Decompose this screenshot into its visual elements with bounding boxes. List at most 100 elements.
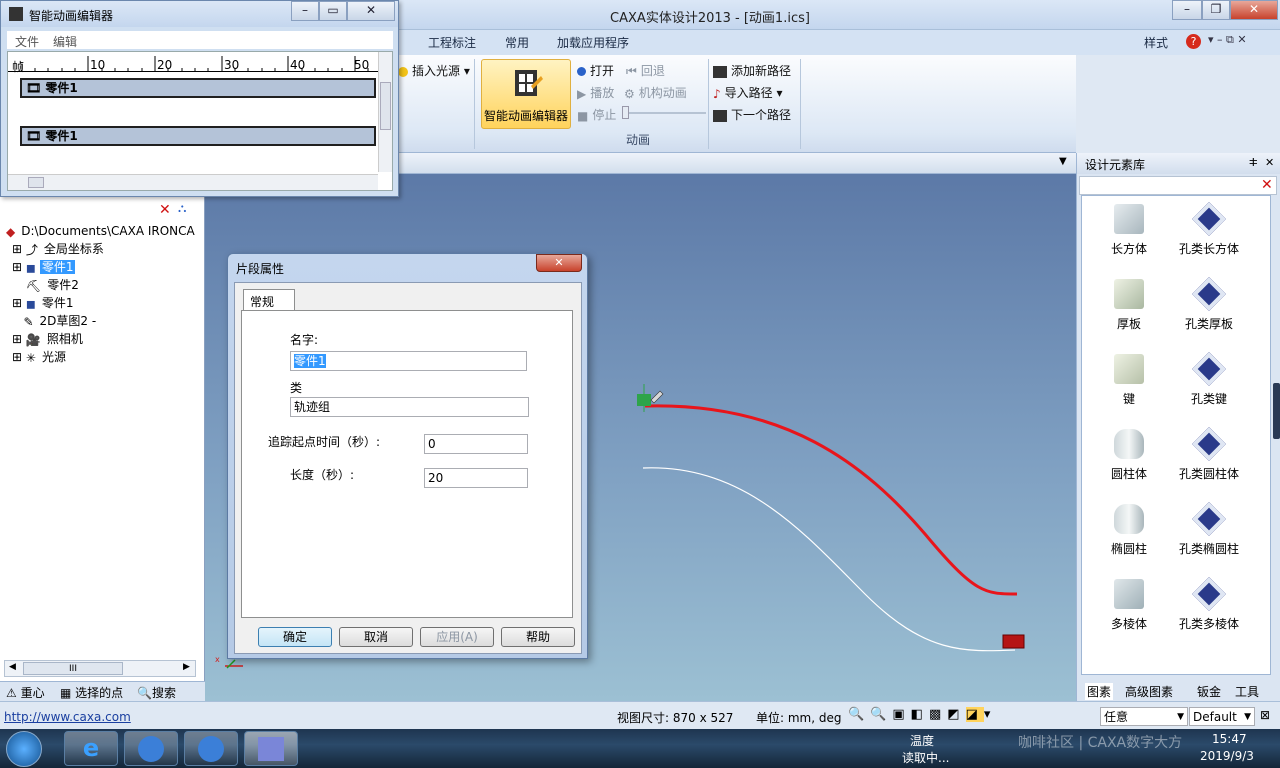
tree-item-part1[interactable]: ⊞ ◼ 零件1	[12, 294, 106, 312]
surface-icon[interactable]: ◩	[947, 707, 965, 722]
design-element-item[interactable]: 孔类长方体	[1166, 200, 1252, 275]
tab-addons[interactable]: 加载应用程序	[557, 34, 629, 51]
close-button[interactable]: ✕	[347, 1, 395, 21]
viewport-menu-icon[interactable]: ▼	[1059, 156, 1067, 167]
play-button[interactable]: ▶ 播放	[577, 84, 614, 101]
cube-icon[interactable]: ◧	[911, 707, 929, 722]
menu-file[interactable]: 文件	[15, 33, 39, 50]
import-path-button[interactable]: ♪ 导入路径 ▾	[713, 84, 783, 101]
style-dropdown[interactable]: Default ▼	[1189, 707, 1255, 726]
taskbar-app[interactable]	[184, 731, 238, 766]
animation-path-red[interactable]	[644, 404, 1018, 596]
options-icon[interactable]: ▾ – ⧉ ✕	[1208, 33, 1247, 47]
design-element-item[interactable]: 长方体	[1086, 200, 1172, 275]
tab-advanced-elements[interactable]: 高级图素	[1125, 683, 1173, 700]
insert-light-button[interactable]: 插入光源 ▾	[398, 62, 470, 79]
clock-time[interactable]: 15:47	[1212, 732, 1247, 746]
tree-root[interactable]: ◆ D:\Documents\CAXA IRONCA	[6, 222, 197, 240]
close-icon[interactable]: ✕	[1261, 177, 1273, 193]
key-handle-icon[interactable]	[650, 390, 664, 404]
mechanism-animation-button[interactable]: ⚙ 机构动画	[624, 84, 687, 101]
design-element-item[interactable]: 孔类圆柱体	[1166, 425, 1252, 500]
tree-item-part1-selected[interactable]: ⊞ ◼ 零件1	[12, 258, 106, 276]
taskbar-sogou[interactable]	[124, 731, 178, 766]
tab-selected-points[interactable]: ▦ 选择的点	[60, 684, 123, 701]
stop-button[interactable]: ■ 停止	[577, 106, 616, 123]
style-menu[interactable]: 样式	[1144, 34, 1168, 51]
menu-edit[interactable]: 编辑	[53, 33, 77, 50]
animation-path-white[interactable]	[642, 467, 1016, 652]
design-element-item[interactable]: 厚板	[1086, 275, 1172, 350]
tree-item-light[interactable]: ⊞ ✳ 光源	[12, 348, 106, 366]
tree-item-part2[interactable]: ⛏ 零件2	[12, 276, 106, 294]
start-button[interactable]	[6, 731, 42, 767]
name-field[interactable]: 零件1	[290, 351, 527, 371]
maximize-button[interactable]: ❐	[1202, 0, 1230, 20]
minimize-button[interactable]: –	[1172, 0, 1202, 20]
open-button[interactable]: 打开	[577, 62, 614, 79]
slider-thumb[interactable]	[622, 106, 629, 119]
apply-button[interactable]: 应用(A)	[420, 627, 494, 647]
part-block[interactable]	[1002, 634, 1025, 649]
animation-editor-titlebar[interactable]: 智能动画编辑器 – ▭ ✕	[1, 1, 398, 27]
cancel-button[interactable]: 取消	[339, 627, 413, 647]
scroll-left-icon[interactable]: ◀	[9, 662, 16, 672]
shade-icon[interactable]: ◪	[965, 707, 984, 722]
ok-button[interactable]: 确定	[258, 627, 332, 647]
timeline-hscrollbar[interactable]	[8, 174, 378, 190]
design-element-item[interactable]: 孔类椭圆柱	[1166, 500, 1252, 575]
timeline-vscrollbar[interactable]	[378, 52, 392, 172]
design-element-item[interactable]: 孔类厚板	[1166, 275, 1252, 350]
close-icon[interactable]: ✕	[159, 202, 171, 218]
next-path-button[interactable]: 下一个路径	[713, 106, 791, 123]
pin-icon[interactable]: ⵐ	[1249, 156, 1258, 169]
start-time-field[interactable]: 0	[424, 434, 528, 454]
scroll-thumb[interactable]	[380, 82, 391, 130]
design-element-item[interactable]: 椭圆柱	[1086, 500, 1172, 575]
tab-centroid[interactable]: ⚠ 重心	[6, 684, 45, 701]
help-button[interactable]: 帮助	[501, 627, 575, 647]
timeline-slider[interactable]	[622, 106, 706, 119]
scroll-right-icon[interactable]: ▶	[183, 662, 190, 672]
close-button[interactable]: ✕	[1230, 0, 1278, 20]
smart-animation-editor-button[interactable]: 智能动画编辑器	[481, 59, 571, 129]
select-filter-dropdown[interactable]: 任意 ▼	[1100, 707, 1188, 726]
taskbar-ie[interactable]: e	[64, 731, 118, 766]
tree-item-sketch[interactable]: ✎ 2D草图2 -	[12, 312, 106, 330]
tab-search[interactable]: 🔍搜索	[137, 684, 176, 701]
tree-item-camera[interactable]: ⊞ 🎥 照相机	[12, 330, 106, 348]
library-scroll-thumb[interactable]	[1273, 383, 1280, 439]
zoom-out-icon[interactable]: 🔍	[870, 707, 892, 722]
taskbar-caxa[interactable]	[244, 731, 298, 766]
tab-elements[interactable]: 图素	[1085, 683, 1114, 700]
back-button[interactable]: ⏮ 回退	[626, 62, 665, 79]
tree-hscrollbar[interactable]: ◀ III ▶	[4, 660, 196, 677]
filter-icon[interactable]: ▾	[984, 707, 997, 722]
help-icon[interactable]: ?	[1186, 34, 1201, 49]
design-element-item[interactable]: 键	[1086, 350, 1172, 425]
tab-common[interactable]: 常用	[505, 34, 529, 51]
close-icon[interactable]: ✕	[1265, 156, 1274, 169]
tab-general[interactable]: 常规	[243, 289, 295, 311]
caxa-link[interactable]: http://www.caxa.com	[4, 710, 131, 724]
minimize-button[interactable]: –	[291, 1, 319, 21]
design-element-item[interactable]: 孔类多棱体	[1166, 575, 1252, 650]
length-field[interactable]: 20	[424, 468, 528, 488]
style-edit-icon[interactable]: ⊠	[1260, 708, 1270, 722]
box-view-icon[interactable]: ▣	[892, 707, 910, 722]
render-icon[interactable]: ▩	[929, 707, 947, 722]
design-element-item[interactable]: 圆柱体	[1086, 425, 1172, 500]
dialog-close-button[interactable]: ✕	[536, 254, 582, 272]
design-element-item[interactable]: 孔类键	[1166, 350, 1252, 425]
maximize-button[interactable]: ▭	[319, 1, 347, 21]
tab-tools[interactable]: 工具	[1235, 683, 1259, 700]
zoom-icon[interactable]: 🔍	[848, 707, 870, 722]
scroll-thumb[interactable]: III	[23, 662, 123, 675]
add-new-path-button[interactable]: 添加新路径	[713, 62, 791, 79]
tab-annotation[interactable]: 工程标注	[428, 34, 476, 51]
tree-item-global-axes[interactable]: ⊞ ⤴ 全局坐标系	[12, 240, 106, 258]
design-element-item[interactable]: 多棱体	[1086, 575, 1172, 650]
scroll-thumb[interactable]	[28, 177, 44, 188]
clock-date[interactable]: 2019/9/3	[1200, 749, 1254, 763]
track-bar[interactable]: 🎞 零件1	[20, 78, 376, 98]
